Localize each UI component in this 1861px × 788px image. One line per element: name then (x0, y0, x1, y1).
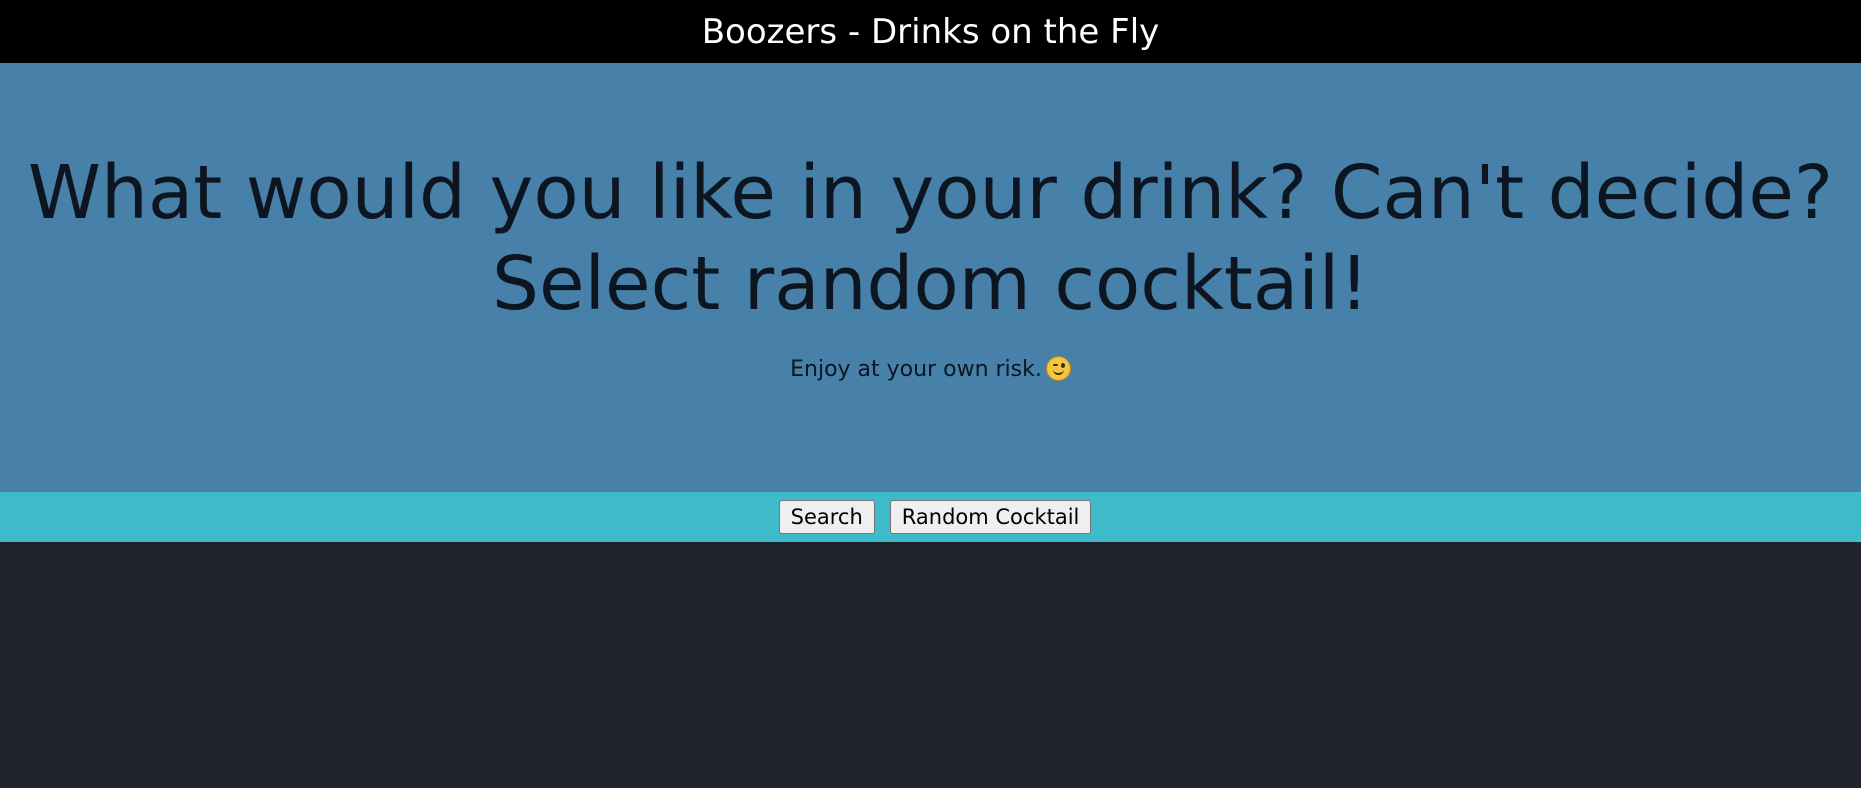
headline-line-2: Select random cocktail! (492, 241, 1369, 327)
headline: What would you like in your drink? Can't… (0, 148, 1861, 330)
winking-face-icon (1045, 356, 1071, 381)
top-bar: Boozers - Drinks on the Fly (0, 0, 1861, 63)
tagline-text: Enjoy at your own risk. (790, 357, 1042, 382)
button-bar: Search Random Cocktail (0, 492, 1861, 542)
tagline: Enjoy at your own risk. (0, 356, 1861, 384)
app-title: Boozers - Drinks on the Fly (701, 11, 1160, 52)
search-button[interactable]: Search (778, 500, 875, 534)
hero-section: What would you like in your drink? Can't… (0, 63, 1861, 542)
random-cocktail-button[interactable]: Random Cocktail (889, 500, 1092, 534)
headline-line-1: What would you like in your drink? Can't… (27, 150, 1834, 236)
